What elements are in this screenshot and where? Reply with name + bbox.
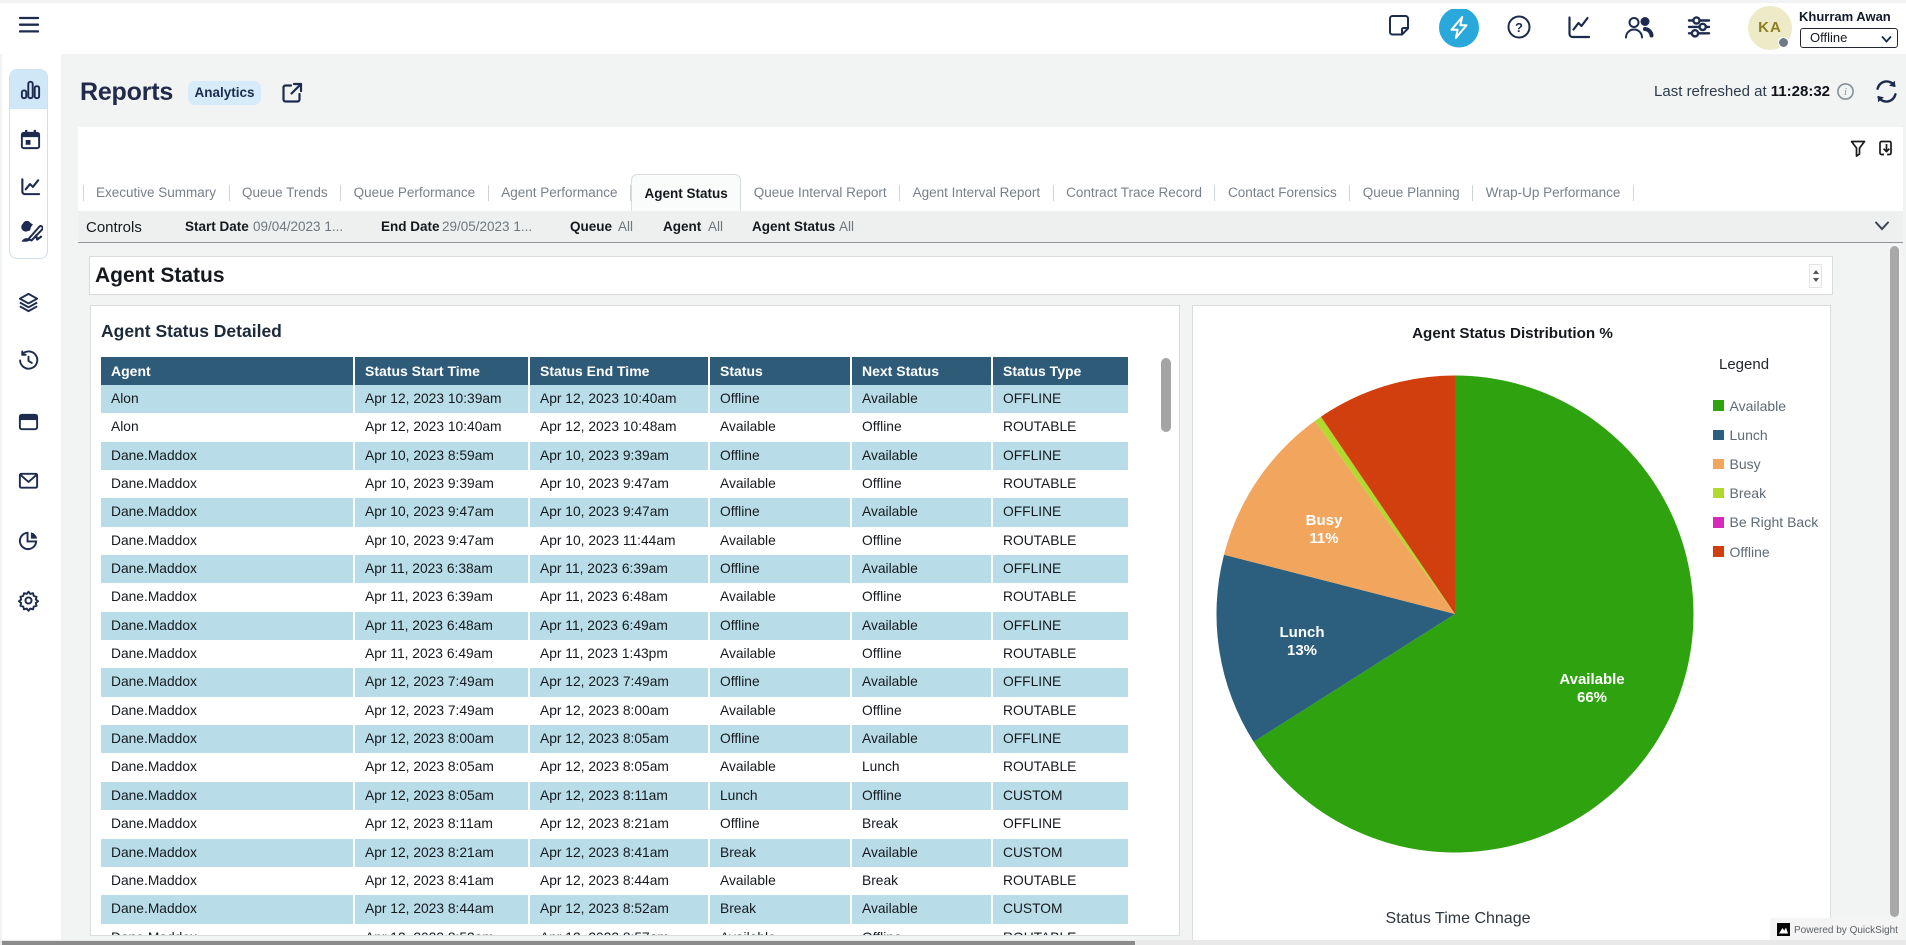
svg-text:i: i [1844,87,1847,98]
svg-text:?: ? [1515,20,1523,35]
